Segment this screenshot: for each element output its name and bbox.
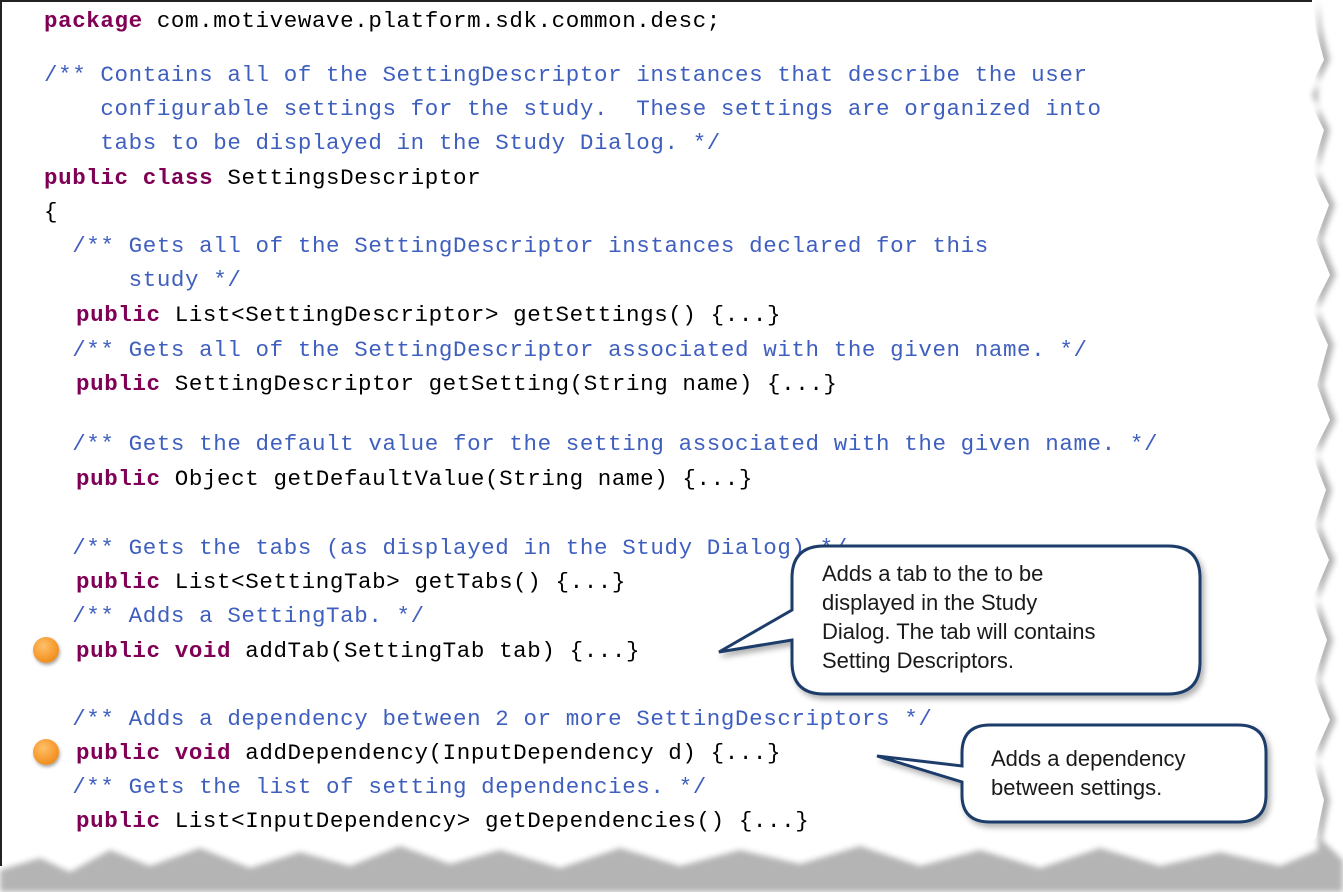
void-keyword: void — [160, 740, 232, 766]
void-keyword: void — [160, 638, 232, 664]
breakpoint-marker-icon — [33, 739, 59, 765]
get-settings-method: public List<SettingDescriptor> getSettin… — [76, 302, 782, 328]
package-name: com.motivewave.platform.sdk.common.desc; — [142, 8, 721, 34]
breakpoint-marker-icon — [33, 637, 59, 663]
public-keyword: public — [76, 740, 161, 766]
public-keyword: public — [76, 302, 161, 328]
public-keyword: public — [76, 371, 161, 397]
add-tab-method: public void addTab(SettingTab tab) {...} — [76, 638, 641, 664]
get-default-value-method: public Object getDefaultValue(String nam… — [76, 466, 753, 492]
get-setting-comment: /** Gets all of the SettingDescriptor as… — [44, 337, 1088, 363]
public-keyword: public — [76, 466, 161, 492]
add-dependency-comment: /** Adds a dependency between 2 or more … — [44, 706, 933, 732]
torn-paper-frame: package com.motivewave.platform.sdk.comm… — [0, 0, 1343, 892]
callout-line: between settings. — [991, 775, 1163, 800]
callout-line: Dialog. The tab will contains — [822, 619, 1096, 644]
get-default-value-comment: /** Gets the default value for the setti… — [44, 431, 1159, 457]
public-keyword: public — [76, 569, 161, 595]
class-comment-line-3: tabs to be displayed in the Study Dialog… — [44, 130, 721, 156]
callout-line: displayed in the Study — [822, 590, 1038, 615]
class-comment-line-2: configurable settings for the study. The… — [44, 96, 1102, 122]
public-keyword: public — [76, 808, 161, 834]
add-tab-comment: /** Adds a SettingTab. */ — [44, 603, 425, 629]
class-name: SettingsDescriptor — [213, 165, 482, 191]
get-settings-comment-1: /** Gets all of the SettingDescriptor in… — [44, 233, 989, 259]
get-tabs-method: public List<SettingTab> getTabs() {...} — [76, 569, 626, 595]
class-comment-line-1: /** Contains all of the SettingDescripto… — [44, 62, 1088, 88]
add-dependency-callout: Adds a dependency between settings. — [991, 744, 1186, 802]
add-dependency-method: public void addDependency(InputDependenc… — [76, 740, 782, 766]
public-keyword: public — [76, 638, 161, 664]
callout-line: Adds a dependency — [991, 746, 1186, 771]
callout-line: Setting Descriptors. — [822, 648, 1014, 673]
class-declaration: public class SettingsDescriptor — [44, 165, 481, 191]
open-brace: { — [44, 199, 59, 225]
add-tab-callout: Adds a tab to the to be displayed in the… — [822, 559, 1096, 675]
get-settings-comment-2: study */ — [44, 267, 242, 293]
class-keywords: public class — [44, 165, 214, 191]
get-tabs-comment: /** Gets the tabs (as displayed in the S… — [44, 535, 848, 561]
package-line: package com.motivewave.platform.sdk.comm… — [44, 8, 721, 34]
package-keyword: package — [44, 8, 143, 34]
get-dependencies-method: public List<InputDependency> getDependen… — [76, 808, 810, 834]
get-setting-method: public SettingDescriptor getSetting(Stri… — [76, 371, 838, 397]
callout-line: Adds a tab to the to be — [822, 561, 1044, 586]
get-dependencies-comment: /** Gets the list of setting dependencie… — [44, 774, 707, 800]
